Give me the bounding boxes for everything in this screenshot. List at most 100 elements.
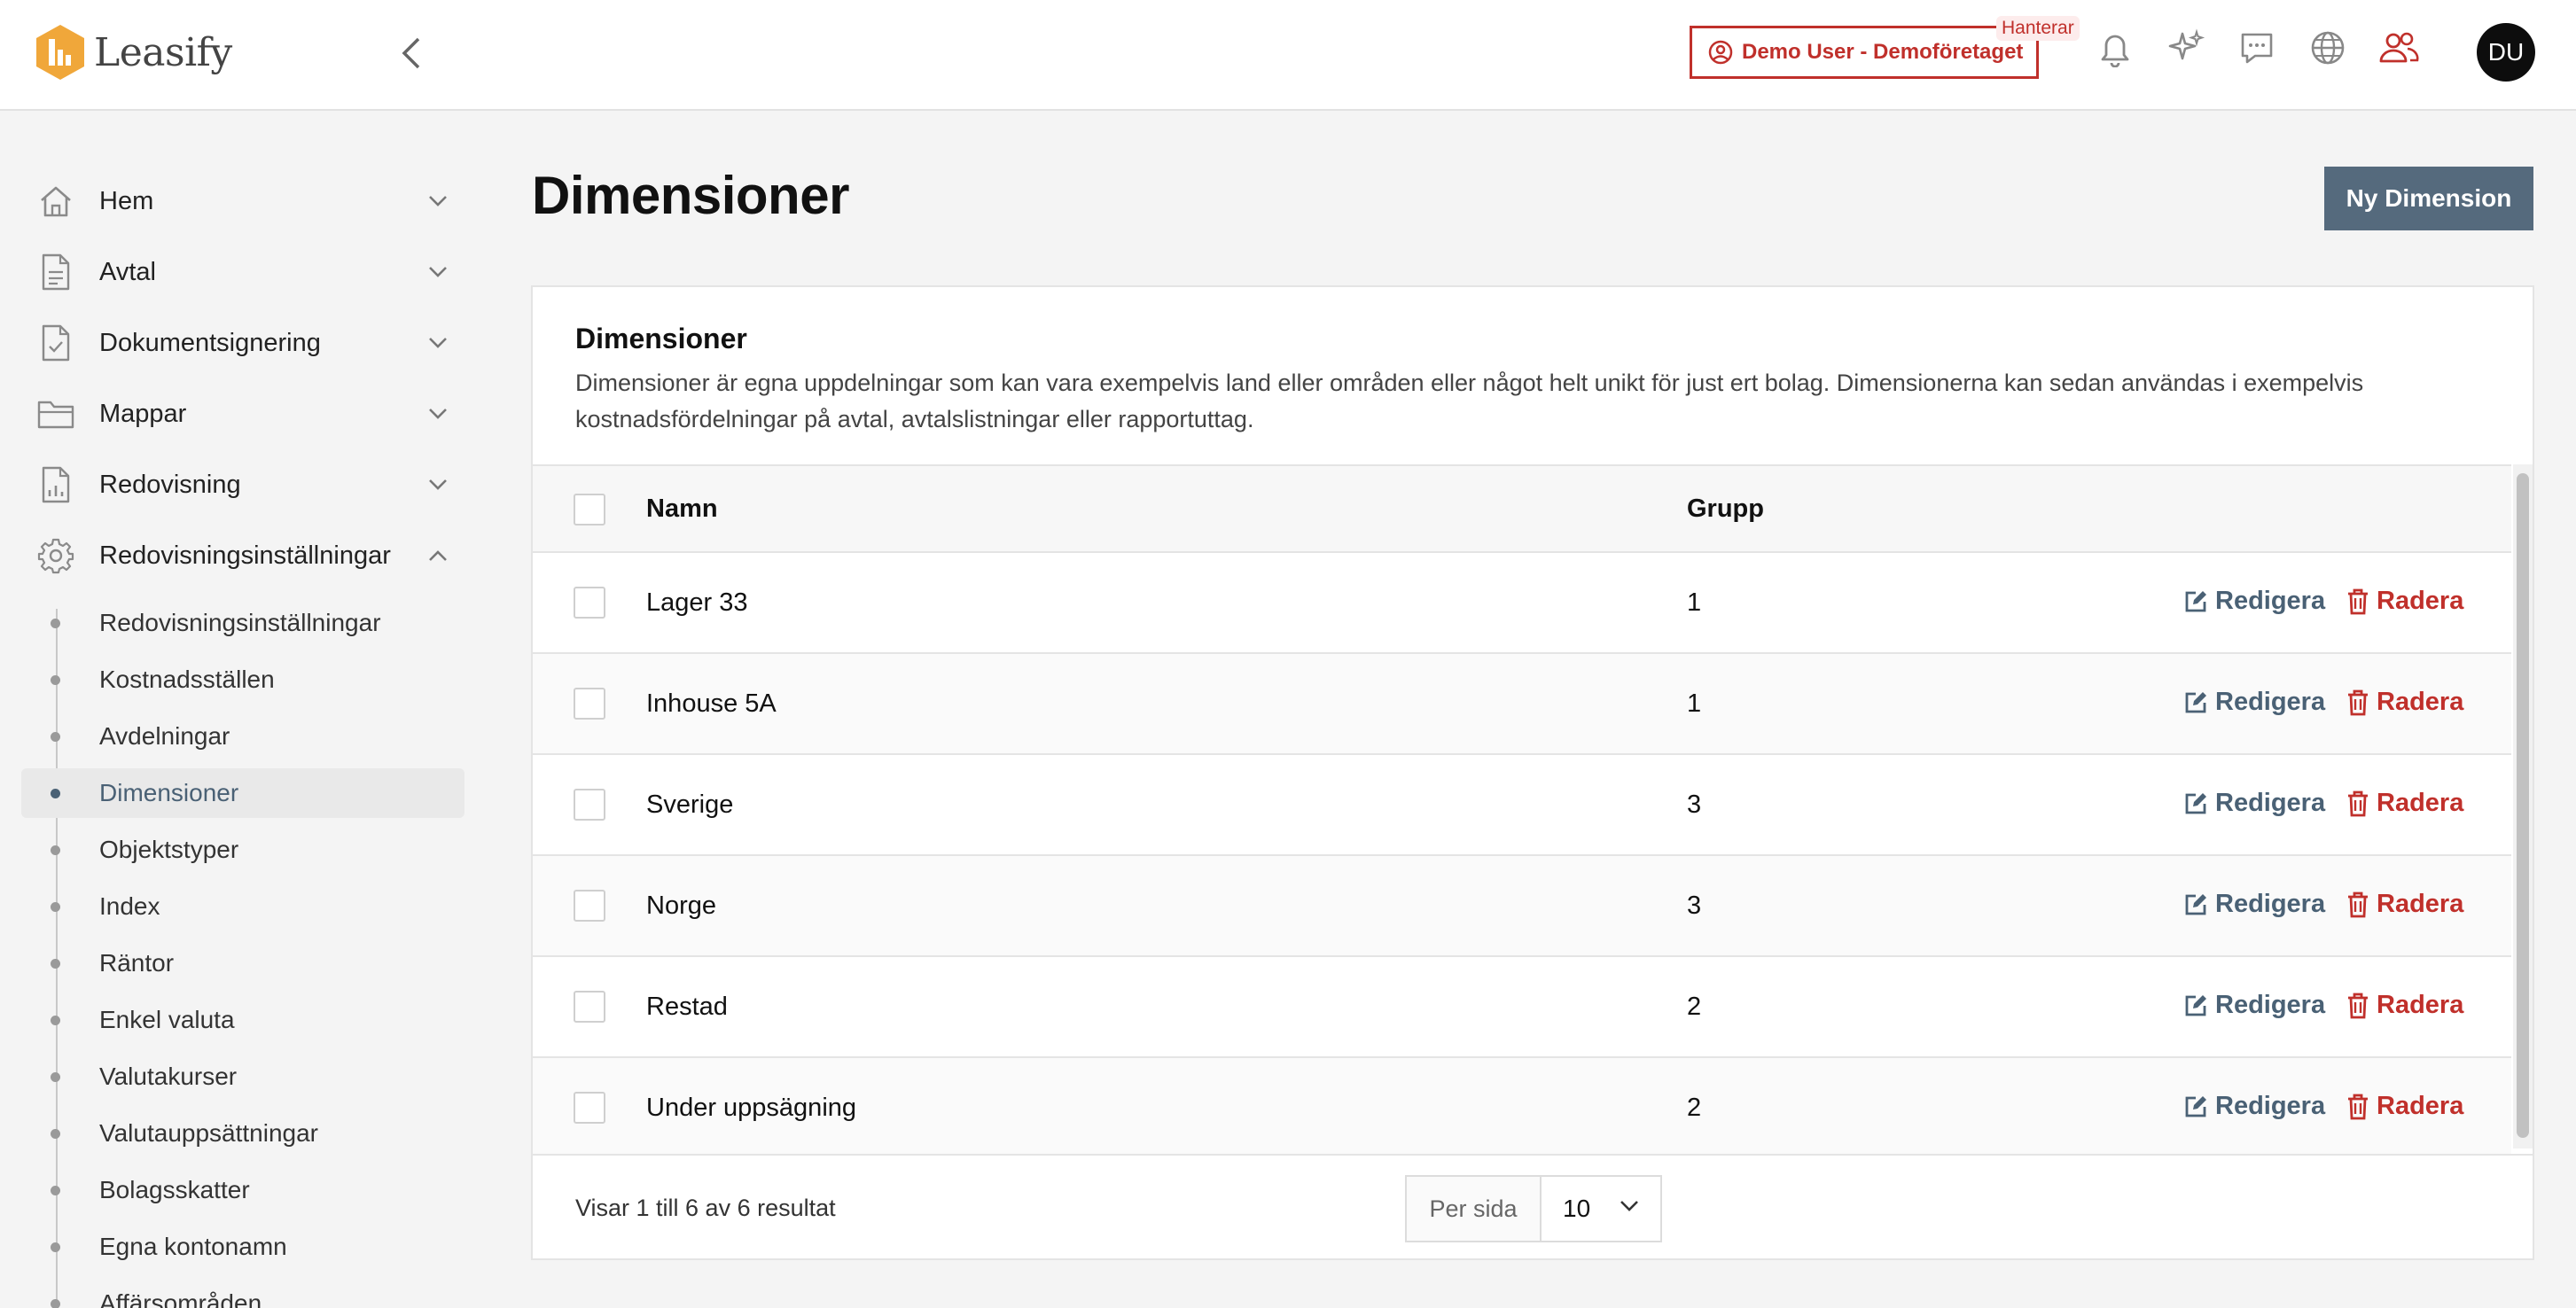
sidebar-subitem-label: Avdelningar bbox=[99, 722, 230, 750]
edit-button[interactable]: Redigera bbox=[2183, 789, 2325, 818]
sidebar-subitem-avdelningar[interactable]: Avdelningar bbox=[21, 712, 464, 761]
cell-group: 2 bbox=[1687, 993, 1702, 1021]
sidebar-subitem-valutauppsattningar[interactable]: Valutauppsättningar bbox=[21, 1109, 464, 1158]
language-button[interactable] bbox=[2307, 27, 2349, 69]
sidebar-subitem-bolagsskatter[interactable]: Bolagsskatter bbox=[21, 1165, 464, 1215]
gear-icon bbox=[35, 535, 76, 576]
sidebar-item-avtal[interactable]: Avtal bbox=[35, 245, 452, 299]
sidebar-item-hem[interactable]: Hem bbox=[35, 175, 452, 228]
collapse-sidebar-button[interactable] bbox=[394, 34, 429, 73]
table-scrollbar[interactable] bbox=[2513, 464, 2533, 1148]
bullet-dot bbox=[51, 1129, 60, 1139]
row-checkbox[interactable] bbox=[574, 890, 605, 922]
edit-label: Redigera bbox=[2215, 587, 2326, 615]
sidebar-subitem-kostnadsstallen[interactable]: Kostnadsställen bbox=[21, 655, 464, 705]
chat-button[interactable] bbox=[2236, 27, 2278, 69]
ai-assistant-button[interactable] bbox=[2165, 27, 2207, 69]
sidebar-item-label: Avtal bbox=[99, 257, 156, 286]
select-all-checkbox[interactable] bbox=[574, 494, 605, 526]
edit-icon bbox=[2185, 590, 2206, 611]
trash-icon bbox=[2348, 588, 2368, 614]
sidebar-item-dokumentsignering[interactable]: Dokumentsignering bbox=[35, 316, 452, 370]
column-header-name[interactable]: Namn bbox=[646, 494, 718, 524]
delete-button[interactable]: Radera bbox=[2346, 688, 2463, 717]
trash-icon bbox=[2348, 993, 2368, 1018]
bullet-dot bbox=[51, 1016, 60, 1025]
cell-group: 3 bbox=[1687, 790, 1702, 819]
delete-button[interactable]: Radera bbox=[2346, 890, 2463, 919]
managing-badge: Hanterar bbox=[1996, 16, 2080, 41]
edit-icon bbox=[2185, 792, 2206, 814]
cell-name: Restad bbox=[646, 993, 728, 1021]
delete-label: Radera bbox=[2377, 587, 2464, 615]
sidebar-subitem-label: Bolagsskatter bbox=[99, 1176, 250, 1203]
per-page-select[interactable]: 10 bbox=[1542, 1177, 1660, 1241]
edit-button[interactable]: Redigera bbox=[2183, 890, 2325, 919]
delete-button[interactable]: Radera bbox=[2346, 1092, 2463, 1121]
sidebar-subitem-index[interactable]: Index bbox=[21, 882, 464, 931]
sidebar-subitem-enkel-valuta[interactable]: Enkel valuta bbox=[21, 995, 464, 1045]
cell-group: 1 bbox=[1687, 588, 1702, 617]
sidebar-item-label: Mappar bbox=[99, 399, 187, 428]
edit-label: Redigera bbox=[2215, 688, 2326, 716]
sidebar-item-mappar[interactable]: Mappar bbox=[35, 387, 452, 440]
delete-button[interactable]: Radera bbox=[2346, 991, 2463, 1020]
edit-button[interactable]: Redigera bbox=[2183, 688, 2325, 717]
sidebar-subitem-redovisningsinstallningar[interactable]: Redovisningsinställningar bbox=[21, 598, 464, 648]
sidebar-subitem-objektstyper[interactable]: Objektstyper bbox=[21, 825, 464, 875]
edit-button[interactable]: Redigera bbox=[2183, 587, 2325, 616]
new-dimension-button[interactable]: Ny Dimension bbox=[2324, 167, 2533, 230]
dimensions-card: Dimensioner Dimensioner är egna uppdelni… bbox=[531, 285, 2534, 1260]
edit-icon bbox=[2185, 893, 2206, 915]
row-checkbox[interactable] bbox=[574, 1092, 605, 1124]
row-checkbox[interactable] bbox=[574, 587, 605, 619]
sidebar-subitem-egna-kontonamn[interactable]: Egna kontonamn bbox=[21, 1222, 464, 1272]
row-checkbox[interactable] bbox=[574, 991, 605, 1023]
edit-button[interactable]: Redigera bbox=[2183, 991, 2325, 1020]
users-button[interactable] bbox=[2377, 27, 2420, 69]
cell-name: Inhouse 5A bbox=[646, 689, 777, 718]
table-row: Lager 33 1 Redigera Radera bbox=[533, 551, 2511, 652]
sidebar: Hem Avtal Dokumentsignering Mappar Redov… bbox=[0, 113, 479, 1308]
bullet-dot bbox=[51, 675, 60, 685]
row-checkbox[interactable] bbox=[574, 789, 605, 821]
bullet-dot bbox=[51, 1242, 60, 1252]
notifications-button[interactable] bbox=[2094, 27, 2136, 69]
sidebar-subitem-label: Valutauppsättningar bbox=[99, 1119, 318, 1147]
card-title: Dimensioner bbox=[575, 323, 747, 354]
cell-group: 2 bbox=[1687, 1094, 1702, 1122]
trash-icon bbox=[2348, 891, 2368, 917]
chevron-left-icon bbox=[402, 37, 420, 69]
globe-icon bbox=[2311, 31, 2345, 65]
report-icon bbox=[35, 464, 76, 505]
sidebar-subitem-rantor[interactable]: Räntor bbox=[21, 938, 464, 988]
sidebar-subitem-label: Kostnadsställen bbox=[99, 666, 275, 693]
sidebar-item-redovisning[interactable]: Redovisning bbox=[35, 458, 452, 511]
sidebar-subitem-valutakurser[interactable]: Valutakurser bbox=[21, 1052, 464, 1102]
sidebar-subitem-affarsomraden[interactable]: Affärsområden bbox=[21, 1279, 464, 1308]
managing-label: Demo User - Demoföretaget bbox=[1742, 40, 2024, 64]
bullet-dot bbox=[51, 1186, 60, 1195]
edit-button[interactable]: Redigera bbox=[2183, 1092, 2325, 1121]
managing-company-button[interactable]: Demo User - Demoföretaget bbox=[1690, 26, 2039, 79]
logo-icon bbox=[36, 25, 84, 80]
column-header-group[interactable]: Grupp bbox=[1687, 494, 1764, 524]
cell-name: Lager 33 bbox=[646, 588, 748, 617]
edit-icon bbox=[2185, 691, 2206, 712]
sidebar-item-label: Redovisning bbox=[99, 470, 241, 499]
sidebar-subitem-dimensioner[interactable]: Dimensioner bbox=[21, 768, 464, 818]
bullet-dot bbox=[51, 959, 60, 969]
delete-button[interactable]: Radera bbox=[2346, 789, 2463, 818]
leasify-logo[interactable]: Leasify bbox=[34, 23, 232, 82]
row-checkbox[interactable] bbox=[574, 688, 605, 720]
user-avatar[interactable]: DU bbox=[2477, 23, 2535, 82]
bullet-dot bbox=[51, 845, 60, 855]
sidebar-item-label: Dokumentsignering bbox=[99, 328, 321, 357]
sidebar-item-redovisningsinstallningar[interactable]: Redovisningsinställningar bbox=[35, 529, 452, 582]
edit-label: Redigera bbox=[2215, 890, 2326, 918]
scrollbar-thumb[interactable] bbox=[2517, 473, 2529, 1138]
sidebar-subitem-label: Redovisningsinställningar bbox=[99, 609, 381, 636]
delete-button[interactable]: Radera bbox=[2346, 587, 2463, 616]
trash-icon bbox=[2348, 790, 2368, 816]
delete-label: Radera bbox=[2377, 789, 2464, 817]
